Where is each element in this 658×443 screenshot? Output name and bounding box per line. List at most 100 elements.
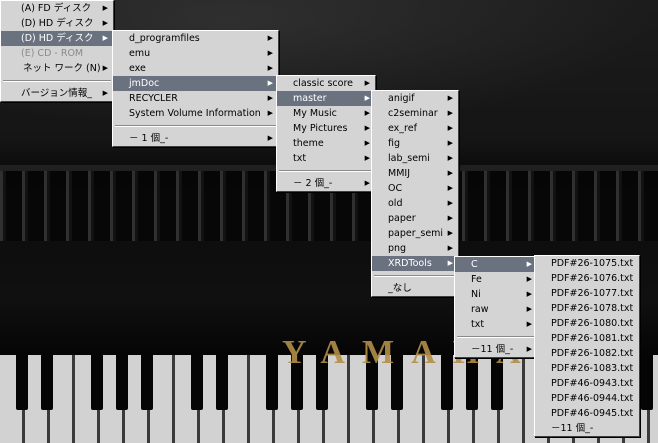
c-files-menu: PDF#26-1075.txt PDF#26-1076.txt PDF#26-1…	[534, 255, 640, 437]
submenu-arrow-icon: ▶	[267, 64, 273, 72]
submenu-arrow-icon: ▶	[526, 305, 532, 313]
menu-item-file[interactable]: PDF#46-0943.txt	[535, 376, 639, 391]
menu-item-network[interactable]: ネット ワーク (N) ▶	[1, 61, 113, 76]
menu-item-file[interactable]: PDF#46-0944.txt	[535, 391, 639, 406]
menu-item-file[interactable]: PDF#26-1076.txt	[535, 271, 639, 286]
menu-item-folder[interactable]: c2seminar ▶	[372, 106, 458, 121]
menu-item-label: lab_semi	[388, 153, 430, 164]
menu-item-file[interactable]: PDF#46-0945.txt	[535, 406, 639, 421]
black-key	[41, 355, 53, 410]
black-key	[266, 355, 278, 410]
menu-item-folder[interactable]: anigif ▶	[372, 91, 458, 106]
menu-item-folder[interactable]: fig ▶	[372, 136, 458, 151]
submenu-arrow-icon: ▶	[447, 154, 453, 162]
menu-item-label: txt	[471, 319, 485, 330]
menu-item-folder-selected[interactable]: C ▶	[455, 257, 537, 272]
menu-item-cd-rom[interactable]: (E) CD - ROM	[1, 46, 113, 61]
menu-item-label: － 2 個_-	[293, 178, 333, 189]
menu-item-folder[interactable]: txt ▶	[277, 151, 375, 166]
menu-item-hd-drive-selected[interactable]: (D) HD ディスク ▶	[1, 31, 113, 46]
menu-item-label: PDF#26-1077.txt	[551, 288, 634, 299]
menu-item-label: paper_semi	[388, 228, 444, 239]
menu-item-label: Ni	[471, 289, 481, 300]
menu-item-folder[interactable]: ex_ref ▶	[372, 121, 458, 136]
menu-item-fd-drive[interactable]: (A) FD ディスク ▶	[1, 1, 113, 16]
menu-item-file[interactable]: PDF#26-1081.txt	[535, 331, 639, 346]
menu-separator	[115, 125, 276, 127]
menu-item-file-count[interactable]: －11 個_- ▶	[455, 342, 537, 357]
menu-item-folder[interactable]: old ▶	[372, 196, 458, 211]
menu-item-file[interactable]: PDF#26-1078.txt	[535, 301, 639, 316]
jmdoc-folder-menu: classic score ▶ master ▶ My Music ▶ My Pict…	[276, 75, 376, 192]
menu-item-label: －11 個_-	[471, 344, 514, 355]
menu-item-folder[interactable]: emu ▶	[113, 46, 278, 61]
menu-item-folder[interactable]: theme ▶	[277, 136, 375, 151]
menu-item-label: PDF#26-1082.txt	[551, 348, 634, 359]
black-key	[116, 355, 128, 410]
black-key	[191, 355, 203, 410]
menu-item-file[interactable]: PDF#26-1080.txt	[535, 316, 639, 331]
submenu-arrow-icon: ▶	[102, 19, 108, 27]
menu-item-file-count[interactable]: － 1 個_- ▶	[113, 131, 278, 146]
black-key	[216, 355, 228, 410]
menu-separator	[374, 275, 456, 277]
menu-item-folder[interactable]: RECYCLER ▶	[113, 91, 278, 106]
menu-item-folder-selected[interactable]: XRDTools ▶	[372, 256, 458, 271]
menu-item-label: old	[388, 198, 403, 209]
menu-item-label: PDF#26-1081.txt	[551, 333, 634, 344]
menu-item-label: anigif	[388, 93, 415, 104]
submenu-arrow-icon: ▶	[267, 34, 273, 42]
submenu-arrow-icon: ▶	[102, 89, 108, 97]
drive-folder-menu: d_programfiles ▶ emu ▶ exe ▶ jmDoc ▶ RECYCLE…	[112, 30, 279, 147]
menu-item-folder[interactable]: OC ▶	[372, 181, 458, 196]
menu-item-label: My Music	[293, 108, 337, 119]
menu-item-label: C	[471, 259, 478, 270]
menu-item-file[interactable]: PDF#26-1082.txt	[535, 346, 639, 361]
submenu-arrow-icon: ▶	[447, 169, 453, 177]
menu-item-folder[interactable]: paper ▶	[372, 211, 458, 226]
submenu-arrow-icon: ▶	[447, 109, 453, 117]
menu-item-folder[interactable]: exe ▶	[113, 61, 278, 76]
menu-item-file-count[interactable]: － 2 個_- ▶	[277, 176, 375, 191]
menu-separator	[457, 336, 535, 338]
menu-item-label: c2seminar	[388, 108, 438, 119]
submenu-arrow-icon: ▶	[526, 345, 532, 353]
menu-item-folder[interactable]: Fe ▶	[455, 272, 537, 287]
menu-item-file[interactable]: PDF#26-1083.txt	[535, 361, 639, 376]
menu-item-label: RECYCLER	[129, 93, 178, 104]
menu-item-no-files[interactable]: _なし	[372, 281, 458, 296]
menu-item-label: XRDTools	[388, 258, 432, 269]
menu-item-file[interactable]: PDF#26-1075.txt	[535, 256, 639, 271]
menu-item-folder[interactable]: System Volume Information ▶	[113, 106, 278, 121]
black-key	[91, 355, 103, 410]
menu-item-label: classic score	[293, 78, 353, 89]
submenu-arrow-icon: ▶	[364, 154, 370, 162]
menu-item-folder[interactable]: lab_semi ▶	[372, 151, 458, 166]
menu-item-file-count[interactable]: －11 個_-	[535, 421, 639, 436]
menu-item-folder[interactable]: Ni ▶	[455, 287, 537, 302]
menu-item-label: PDF#26-1078.txt	[551, 303, 634, 314]
submenu-arrow-icon: ▶	[526, 290, 532, 298]
menu-item-file[interactable]: PDF#26-1077.txt	[535, 286, 639, 301]
menu-item-folder[interactable]: My Music ▶	[277, 106, 375, 121]
menu-item-version-info[interactable]: バージョン情報_ ▶	[1, 86, 113, 101]
menu-item-folder[interactable]: raw ▶	[455, 302, 537, 317]
menu-item-folder[interactable]: paper_semi ▶	[372, 226, 458, 241]
menu-item-folder[interactable]: png ▶	[372, 241, 458, 256]
menu-item-folder[interactable]: classic score ▶	[277, 76, 375, 91]
submenu-arrow-icon: ▶	[364, 79, 370, 87]
menu-item-hd-drive[interactable]: (D) HD ディスク ▶	[1, 16, 113, 31]
menu-item-folder[interactable]: My Pictures ▶	[277, 121, 375, 136]
menu-item-folder[interactable]: MMIJ ▶	[372, 166, 458, 181]
menu-item-label: png	[388, 243, 407, 254]
submenu-arrow-icon: ▶	[267, 79, 273, 87]
submenu-arrow-icon: ▶	[447, 214, 453, 222]
menu-item-folder-selected[interactable]: jmDoc ▶	[113, 76, 278, 91]
menu-item-label: fig	[388, 138, 401, 149]
submenu-arrow-icon: ▶	[364, 139, 370, 147]
menu-item-folder[interactable]: txt ▶	[455, 317, 537, 332]
menu-item-label: (A) FD ディスク	[21, 3, 92, 14]
menu-item-label: PDF#26-1080.txt	[551, 318, 634, 329]
menu-item-folder[interactable]: d_programfiles ▶	[113, 31, 278, 46]
menu-item-folder-selected[interactable]: master ▶	[277, 91, 375, 106]
